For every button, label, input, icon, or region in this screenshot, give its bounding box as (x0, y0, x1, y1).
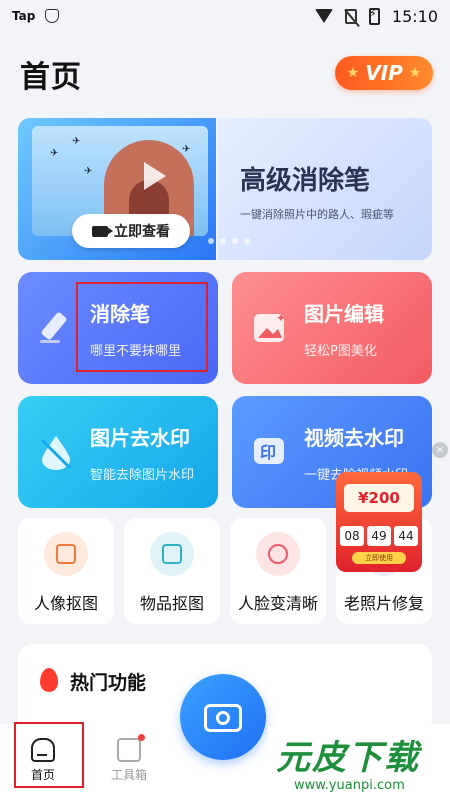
banner-carousel[interactable]: ✈ ✈ ✈ ✈ 立即查看 高级消除笔 一键消除照片中的路人、瑕疵等 (18, 118, 432, 260)
tool-object-cutout[interactable]: 物品抠图 (124, 518, 220, 624)
video-watermark-icon: 印 (254, 438, 284, 464)
status-bar: Tap 15:10 (0, 0, 450, 32)
camera-icon (204, 704, 242, 732)
feature-card-image-edit[interactable]: ✦ 图片编辑 轻松P图美化 (232, 272, 432, 384)
svg-text:印: 印 (260, 443, 276, 462)
vip-label: VIP (365, 61, 403, 85)
tool-label: 人像抠图 (33, 594, 98, 613)
section-title: 热门功能 (70, 672, 147, 694)
tab-toolbox[interactable]: 工具箱 (94, 734, 164, 783)
bird-icon: ✈ (50, 148, 59, 159)
watermark-logo: 元皮下载 www.yuanpi.com (268, 726, 450, 800)
tool-face-enhance[interactable]: 人脸变清晰 (230, 518, 326, 624)
feature-card-image-watermark[interactable]: 图片去水印 智能去除图片水印 (18, 396, 218, 508)
countdown-hours: 08 (340, 526, 364, 546)
camera-button[interactable] (180, 674, 266, 760)
fire-icon (40, 668, 58, 692)
tool-label: 人脸变清晰 (237, 594, 318, 613)
shield-icon (45, 9, 60, 23)
video-camera-icon (92, 225, 113, 237)
water-drop-icon (40, 436, 72, 470)
battery-charging-icon (368, 7, 380, 25)
play-icon[interactable] (144, 162, 166, 190)
banner-slide-video[interactable]: ✈ ✈ ✈ ✈ 立即查看 (18, 118, 216, 260)
highlight-box (14, 722, 84, 788)
eraser-pen-icon (40, 312, 67, 343)
feature-name: 图片编辑 (304, 302, 384, 326)
toolbox-icon (117, 734, 145, 762)
view-now-label: 立即查看 (114, 224, 170, 240)
image-edit-icon: ✦ (254, 311, 286, 342)
feature-name: 视频去水印 (304, 426, 404, 450)
bird-icon: ✈ (84, 166, 93, 177)
bird-icon: ✈ (72, 136, 81, 147)
no-sim-icon (344, 8, 357, 24)
star-icon: ★ (346, 65, 360, 81)
tab-label: 工具箱 (110, 768, 147, 782)
portrait-icon (44, 532, 88, 576)
page-title: 首页 (20, 60, 82, 95)
carousel-dots (208, 238, 250, 244)
clock: 15:10 (391, 6, 438, 26)
carousel-dot (220, 238, 226, 244)
countdown: 08 49 44 (340, 526, 418, 546)
banner-subline: 一键消除照片中的路人、瑕疵等 (240, 208, 394, 221)
face-icon (256, 532, 300, 576)
tool-portrait-cutout[interactable]: 人像抠图 (18, 518, 114, 624)
tool-label: 老照片修复 (343, 594, 424, 613)
bird-icon: ✈ (182, 144, 191, 155)
banner-headline: 高级消除笔 (240, 166, 371, 196)
vip-button[interactable]: ★ VIP ★ (335, 56, 433, 90)
carousel-dot (232, 238, 238, 244)
star-icon: ★ (408, 65, 422, 81)
feature-desc: 轻松P图美化 (304, 344, 377, 359)
tap-app-icon: Tap (12, 9, 36, 23)
feature-name: 图片去水印 (90, 426, 190, 450)
close-icon[interactable]: × (432, 442, 448, 458)
carousel-dot (208, 238, 214, 244)
feature-desc: 智能去除图片水印 (90, 468, 195, 483)
highlight-box (76, 282, 208, 372)
watermark-url: www.yuanpi.com (294, 778, 405, 793)
countdown-seconds: 44 (394, 526, 418, 546)
banner-slide-eraser[interactable]: 高级消除笔 一键消除照片中的路人、瑕疵等 (218, 118, 432, 260)
view-now-button[interactable]: 立即查看 (72, 214, 190, 248)
watermark-brand: 元皮下载 (276, 738, 420, 778)
wifi-icon (314, 9, 333, 23)
use-now-button[interactable]: 立即使用 (352, 552, 406, 564)
countdown-minutes: 49 (367, 526, 391, 546)
tool-label: 物品抠图 (139, 594, 204, 613)
cube-icon (150, 532, 194, 576)
svg-text:✦: ✦ (276, 311, 286, 325)
carousel-dot (244, 238, 250, 244)
coupon-popup[interactable]: ¥200 08 49 44 立即使用 (330, 466, 428, 576)
coupon-amount: ¥200 (344, 484, 414, 512)
